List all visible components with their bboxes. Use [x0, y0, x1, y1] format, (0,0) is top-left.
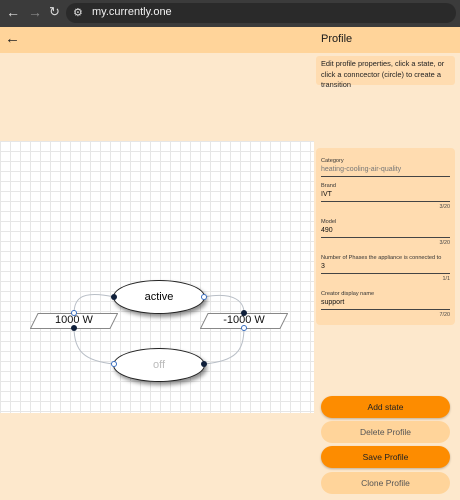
field-value[interactable]: 490: [321, 226, 450, 235]
connector-handle[interactable]: [111, 294, 117, 300]
delete-profile-button[interactable]: Delete Profile: [321, 421, 450, 443]
field-label: Model: [321, 219, 337, 225]
brand-field[interactable]: Brand IVT 3/20: [321, 183, 450, 210]
field-label: Brand: [321, 183, 336, 189]
field-underline: [321, 237, 450, 238]
phases-field[interactable]: Number of Phases the appliance is connec…: [321, 255, 450, 282]
arrow-left-icon[interactable]: ←: [5, 30, 20, 47]
clone-profile-button[interactable]: Clone Profile: [321, 472, 450, 494]
back-icon[interactable]: ←: [6, 4, 20, 20]
category-field[interactable]: Category heating-cooling-air-quality: [321, 158, 450, 177]
field-label: Creator display name: [321, 291, 375, 297]
field-value[interactable]: support: [321, 298, 450, 307]
field-label: Number of Phases the appliance is connec…: [321, 255, 442, 261]
connector-handle[interactable]: [71, 325, 77, 331]
connector-handle[interactable]: [201, 361, 207, 367]
page-title: Profile: [321, 33, 353, 45]
char-counter: 3/20: [439, 204, 451, 210]
url-text[interactable]: my.currently.one: [92, 6, 172, 18]
state-diagram-canvas[interactable]: active off 1000 W -1000 W: [0, 141, 314, 413]
char-counter: 3/20: [439, 240, 451, 246]
state-off[interactable]: off: [113, 348, 205, 382]
browser-toolbar: ← → ↻ ⚙ my.currently.one: [0, 0, 460, 27]
creator-field[interactable]: Creator display name support 7/20: [321, 291, 450, 318]
model-field[interactable]: Model 490 3/20: [321, 219, 450, 246]
field-value[interactable]: IVT: [321, 190, 450, 199]
connector-handle[interactable]: [71, 310, 77, 316]
state-active[interactable]: active: [113, 280, 205, 314]
connector-handle[interactable]: [111, 361, 117, 367]
field-underline: [321, 309, 450, 310]
connector-handle[interactable]: [241, 310, 247, 316]
field-underline: [321, 201, 450, 202]
profile-properties-panel: Category heating-cooling-air-quality Bra…: [316, 148, 455, 325]
add-state-button[interactable]: Add state: [321, 396, 450, 418]
field-underline: [321, 273, 450, 274]
field-underline: [321, 176, 450, 177]
connector-handle[interactable]: [201, 294, 207, 300]
field-value[interactable]: heating-cooling-air-quality: [321, 165, 450, 174]
tune-icon[interactable]: ⚙: [73, 6, 83, 19]
help-text: Edit profile properties, click a state, …: [316, 56, 455, 89]
reload-icon[interactable]: ↻: [49, 4, 60, 20]
char-counter: 7/20: [439, 312, 451, 318]
char-counter: 1/1: [442, 276, 451, 282]
state-label: active: [144, 291, 174, 303]
app-header: [0, 27, 460, 53]
field-value[interactable]: 3: [321, 262, 450, 271]
state-label: off: [152, 359, 166, 371]
field-label: Category: [321, 158, 344, 164]
save-profile-button[interactable]: Save Profile: [321, 446, 450, 468]
forward-icon[interactable]: →: [28, 4, 42, 20]
connector-handle[interactable]: [241, 325, 247, 331]
